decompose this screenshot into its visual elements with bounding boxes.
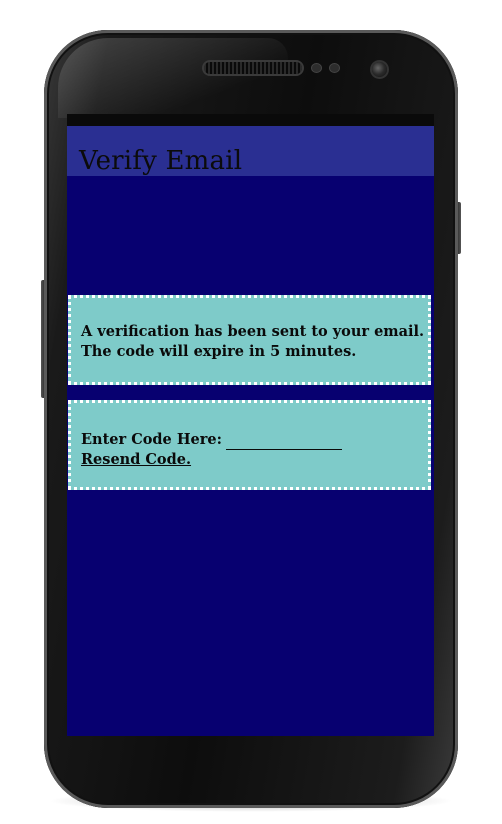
- verification-notice-card: A verification has been sent to your ema…: [68, 295, 431, 385]
- light-sensor: [330, 64, 339, 72]
- phone-glare: [58, 38, 288, 118]
- notice-line-expiry: The code will expire in 5 minutes.: [81, 343, 357, 360]
- notice-message: A verification has been sent to your ema…: [81, 322, 427, 362]
- resend-code-link[interactable]: Resend Code.: [81, 450, 191, 470]
- earpiece-speaker: [204, 62, 302, 74]
- proximity-sensor: [312, 64, 321, 72]
- page-title: Verify Email: [79, 146, 243, 176]
- page: Verify Email A verification has been sen…: [0, 0, 502, 824]
- front-camera-icon: [372, 62, 387, 77]
- code-label: Enter Code Here:: [81, 431, 222, 448]
- status-bar: [67, 114, 434, 126]
- verification-code-input[interactable]: [225, 433, 342, 450]
- code-entry-row: Enter Code Here:: [81, 430, 342, 450]
- code-entry-card: Enter Code Here: Resend Code.: [68, 400, 431, 490]
- app-bar: Verify Email: [67, 126, 434, 176]
- notice-line-sent: A verification has been sent to your ema…: [81, 323, 425, 340]
- phone-screen: Verify Email A verification has been sen…: [67, 114, 434, 736]
